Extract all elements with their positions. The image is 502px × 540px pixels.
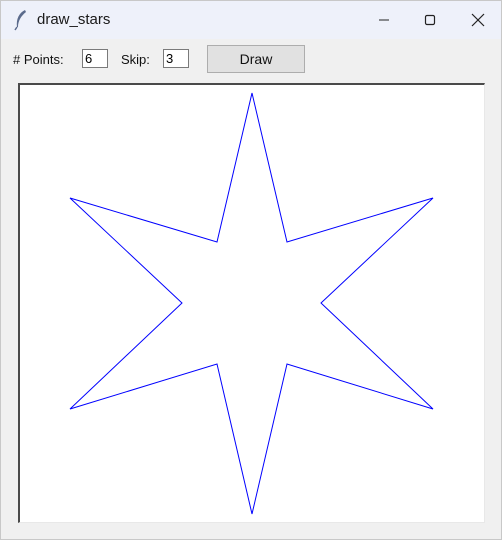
drawing-canvas[interactable]: [18, 83, 485, 523]
points-label: # Points:: [13, 52, 64, 67]
maximize-button[interactable]: [407, 1, 453, 39]
skip-label: Skip:: [121, 52, 150, 67]
title-bar[interactable]: draw_stars: [1, 1, 501, 39]
minimize-button[interactable]: [361, 1, 407, 39]
app-window: draw_stars # Points: Skip: Draw: [0, 0, 502, 540]
maximize-icon: [424, 14, 436, 26]
feather-icon: [14, 10, 26, 31]
skip-input[interactable]: [163, 49, 189, 68]
close-button[interactable]: [455, 1, 501, 39]
star-drawing: [69, 92, 434, 515]
star-outline: [69, 92, 434, 515]
toolbar: # Points: Skip: Draw: [1, 39, 501, 79]
close-icon: [471, 13, 485, 27]
draw-button[interactable]: Draw: [207, 45, 305, 73]
window-title: draw_stars: [37, 11, 111, 28]
points-input[interactable]: [82, 49, 108, 68]
minimize-icon: [379, 19, 389, 21]
